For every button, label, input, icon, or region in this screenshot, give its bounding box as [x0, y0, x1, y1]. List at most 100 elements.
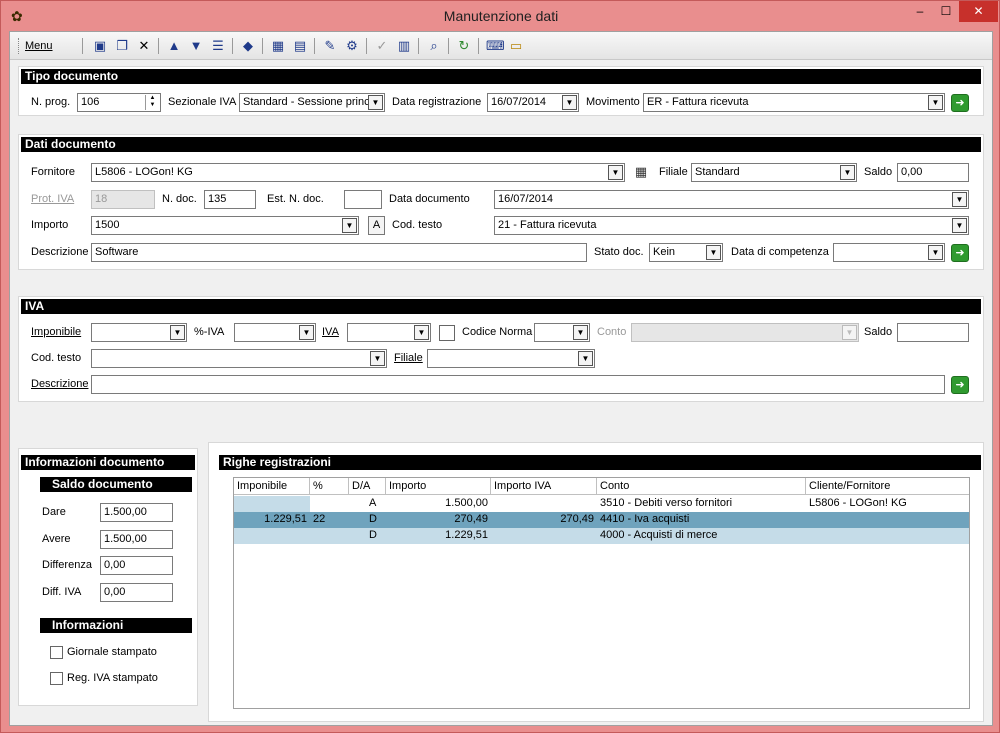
- descrizione-field[interactable]: Software: [91, 243, 587, 262]
- cell-cliente-fornitore: [806, 512, 969, 528]
- data-competenza-field[interactable]: ▼: [833, 243, 945, 262]
- chevron-down-icon[interactable]: ▼: [706, 245, 721, 260]
- cell-cliente-fornitore: [806, 528, 969, 544]
- edit-doc-icon[interactable]: ✎: [322, 38, 338, 54]
- n-doc-field[interactable]: 135: [204, 190, 256, 209]
- cod-testo-value: 21 - Fattura ricevuta: [498, 219, 597, 231]
- iva-filiale-select[interactable]: ▼: [427, 349, 595, 368]
- chevron-down-icon[interactable]: ▼: [299, 325, 314, 340]
- righe-grid[interactable]: Imponibile % D/A Importo Importo IVA Con…: [233, 477, 970, 709]
- filiale-select[interactable]: Standard ▼: [691, 163, 857, 182]
- chevron-down-icon[interactable]: ▼: [368, 95, 383, 110]
- chevron-down-icon[interactable]: ▼: [170, 325, 185, 340]
- copy-icon[interactable]: ❐: [114, 38, 130, 54]
- col-perc[interactable]: %: [310, 478, 349, 495]
- imponibile-label: Imponibile: [31, 326, 82, 338]
- importo-field[interactable]: 1500 ▼: [91, 216, 359, 235]
- settings-icon[interactable]: ⚙: [344, 38, 360, 54]
- data-registrazione-field[interactable]: 16/07/2014 ▼: [487, 93, 579, 112]
- cod-testo-select[interactable]: 21 - Fattura ricevuta ▼: [494, 216, 969, 235]
- fornitore-label: Fornitore: [31, 166, 76, 178]
- maximize-button[interactable]: ☐: [933, 1, 959, 22]
- saldo-field[interactable]: 0,00: [897, 163, 969, 182]
- iva-cod-testo-select[interactable]: ▼: [91, 349, 387, 368]
- sezionale-select[interactable]: Standard - Sessione princip ▼: [239, 93, 385, 112]
- chevron-down-icon[interactable]: ▼: [608, 165, 623, 180]
- toolbar-separator: [366, 38, 367, 54]
- avere-field[interactable]: 1.500,00: [100, 530, 173, 549]
- col-imponibile[interactable]: Imponibile: [234, 478, 310, 495]
- diff-iva-field[interactable]: 0,00: [100, 583, 173, 602]
- differenza-field[interactable]: 0,00: [100, 556, 173, 575]
- data-documento-label: Data documento: [389, 193, 470, 205]
- col-da[interactable]: D/A: [349, 478, 386, 495]
- imponibile-select[interactable]: ▼: [91, 323, 187, 342]
- filiale-value: Standard: [695, 166, 740, 178]
- dare-field[interactable]: 1.500,00: [100, 503, 173, 522]
- go-arrow-icon[interactable]: ➜: [951, 94, 969, 112]
- chevron-down-icon[interactable]: ▼: [414, 325, 429, 340]
- title-bar[interactable]: ✿ Manutenzione dati – ☐ ✕: [1, 1, 1000, 31]
- go-arrow-icon[interactable]: ➜: [951, 376, 969, 394]
- stato-doc-select[interactable]: Kein ▼: [649, 243, 723, 262]
- currency-a-button[interactable]: A: [368, 216, 385, 235]
- chevron-down-icon[interactable]: ▼: [562, 95, 577, 110]
- cell-conto: 3510 - Debiti verso fornitori: [600, 497, 733, 509]
- check-icon[interactable]: ✓: [374, 38, 390, 54]
- chevron-down-icon[interactable]: ▼: [370, 351, 385, 366]
- table-row-selected[interactable]: 1.229,51 22 D 270,49 270,49 4410 - Iva a…: [234, 512, 969, 528]
- close-button[interactable]: ✕: [959, 1, 998, 22]
- data-documento-field[interactable]: 16/07/2014 ▼: [494, 190, 969, 209]
- reg-iva-stampato-checkbox[interactable]: [50, 672, 63, 685]
- iva-select[interactable]: ▼: [347, 323, 431, 342]
- col-cliente-fornitore[interactable]: Cliente/Fornitore: [806, 478, 969, 495]
- chevron-down-icon[interactable]: ▼: [342, 218, 357, 233]
- keyboard-icon[interactable]: ⌨: [486, 38, 505, 54]
- refresh-icon[interactable]: ↻: [456, 38, 472, 54]
- col-importo[interactable]: Importo: [386, 478, 491, 495]
- chevron-down-icon: ▼: [842, 325, 857, 340]
- iva-saldo-field[interactable]: [897, 323, 969, 342]
- chevron-down-icon[interactable]: ▼: [928, 245, 943, 260]
- codice-norma-checkbox[interactable]: [439, 325, 455, 341]
- col-conto[interactable]: Conto: [597, 478, 806, 495]
- delete-icon[interactable]: ✕: [136, 38, 152, 54]
- cell-importo-iva: [491, 528, 597, 544]
- lookup-icon[interactable]: ▦: [633, 164, 649, 180]
- chevron-down-icon[interactable]: ▼: [840, 165, 855, 180]
- spinner-icon[interactable]: ▲ ▼: [145, 95, 159, 110]
- filiale-label: Filiale: [659, 166, 688, 178]
- minimize-button[interactable]: –: [907, 1, 933, 22]
- iva-descrizione-label: Descrizione: [31, 378, 89, 390]
- giornale-stampato-checkbox[interactable]: [50, 646, 63, 659]
- chevron-down-icon[interactable]: ▼: [573, 325, 588, 340]
- go-arrow-icon[interactable]: ➜: [951, 244, 969, 262]
- folder-icon[interactable]: ▭: [508, 38, 524, 54]
- preview-icon[interactable]: ⌕: [426, 38, 442, 54]
- table-row[interactable]: D 1.229,51 4000 - Acquisti di merce: [234, 528, 969, 544]
- col-importo-iva[interactable]: Importo IVA: [491, 478, 597, 495]
- menu-button[interactable]: Menu: [18, 38, 59, 54]
- arrow-up-icon[interactable]: ▲: [166, 38, 182, 54]
- chevron-down-icon[interactable]: ▼: [928, 95, 943, 110]
- iva-descrizione-field[interactable]: [91, 375, 945, 394]
- movimento-select[interactable]: ER - Fattura ricevuta ▼: [643, 93, 945, 112]
- arrow-down-icon[interactable]: ▼: [188, 38, 204, 54]
- calculator-icon[interactable]: ▤: [292, 38, 308, 54]
- grid-view-icon[interactable]: ▦: [270, 38, 286, 54]
- list-icon[interactable]: ☰: [210, 38, 226, 54]
- save-icon[interactable]: ▣: [92, 38, 108, 54]
- perc-iva-select[interactable]: ▼: [234, 323, 316, 342]
- chevron-down-icon[interactable]: ▼: [952, 192, 967, 207]
- chevron-down-icon[interactable]: ▼: [578, 351, 593, 366]
- codice-norma-select[interactable]: ▼: [534, 323, 590, 342]
- diff-iva-value: 0,00: [104, 586, 126, 598]
- document-icon[interactable]: ▥: [396, 38, 412, 54]
- table-row[interactable]: A 1.500,00 3510 - Debiti verso fornitori…: [234, 496, 969, 512]
- est-n-doc-field[interactable]: [344, 190, 382, 209]
- n-prog-field[interactable]: 106 ▲ ▼: [77, 93, 161, 112]
- chevron-down-icon[interactable]: ▼: [952, 218, 967, 233]
- toolbar-separator: [478, 38, 479, 54]
- layers-icon[interactable]: ◆: [240, 38, 256, 54]
- fornitore-select[interactable]: L5806 - LOGon! KG ▼: [91, 163, 625, 182]
